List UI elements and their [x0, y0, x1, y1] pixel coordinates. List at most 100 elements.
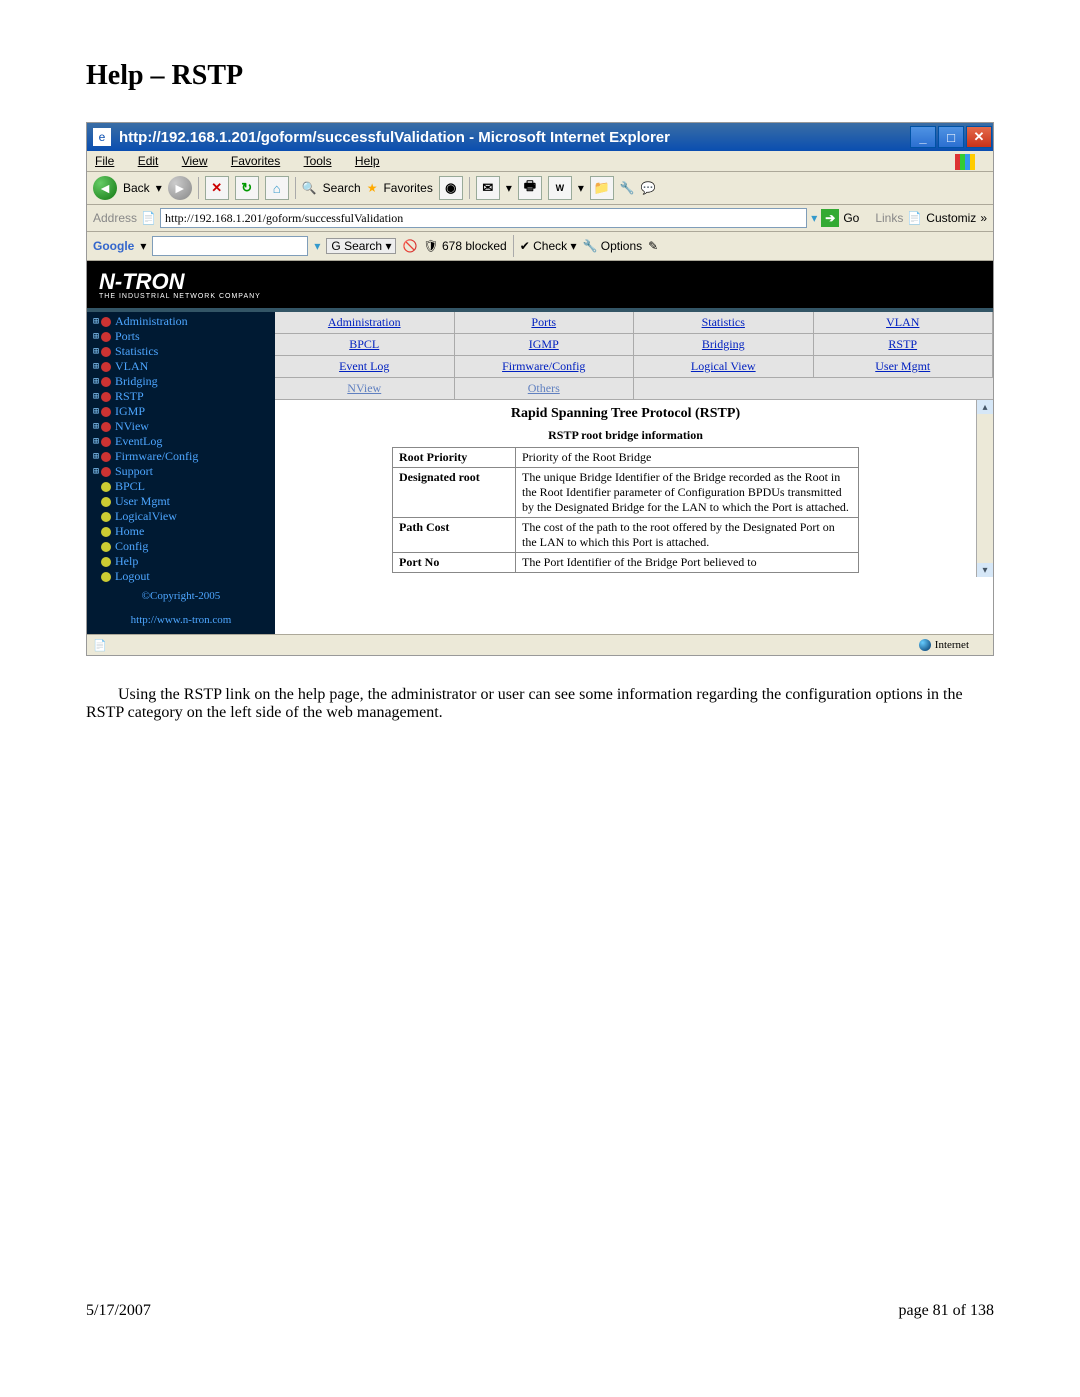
google-dropdown-icon[interactable]: ▾ [314, 239, 320, 253]
tab-event-log[interactable]: Event Log [275, 356, 455, 377]
tree-item[interactable]: LogicalView [87, 509, 275, 524]
tab-vlan[interactable]: VLAN [814, 312, 994, 333]
expand-icon[interactable]: ⊞ [91, 391, 101, 402]
tree-item[interactable]: ⊞EventLog [87, 434, 275, 449]
expand-icon[interactable]: ⊞ [91, 421, 101, 432]
blocked-count[interactable]: 🛡 678 blocked [423, 239, 506, 253]
screenshot-frame: e http://192.168.1.201/goform/successful… [86, 122, 994, 656]
tree-item[interactable]: ⊞NView [87, 419, 275, 434]
tree-item[interactable]: ⊞RSTP [87, 389, 275, 404]
vendor-url[interactable]: http://www.n-tron.com [87, 608, 275, 632]
expand-icon[interactable]: ⊞ [91, 376, 101, 387]
tab-rstp[interactable]: RSTP [814, 334, 994, 355]
options-button[interactable]: 🔧 Options [582, 239, 642, 253]
toolbar-overflow-icon[interactable]: » [980, 211, 987, 225]
tree-item[interactable]: ⊞Firmware/Config [87, 449, 275, 464]
tree-item[interactable]: Config [87, 539, 275, 554]
tree-item[interactable]: Home [87, 524, 275, 539]
menu-favorites[interactable]: Favorites [231, 154, 290, 168]
tab-ports[interactable]: Ports [455, 312, 635, 333]
tab-nview[interactable]: NView [275, 378, 455, 399]
menu-help[interactable]: Help [355, 154, 390, 168]
back-button[interactable]: ◄ [93, 176, 117, 200]
yellow-bullet-icon [101, 497, 111, 507]
tab-administration[interactable]: Administration [275, 312, 455, 333]
close-button[interactable]: ✕ [966, 126, 992, 148]
window-title: http://192.168.1.201/goform/successfulVa… [117, 129, 909, 146]
tab-bridging[interactable]: Bridging [634, 334, 814, 355]
links-label[interactable]: Links [875, 211, 903, 225]
history-button[interactable]: ◉ [439, 176, 463, 200]
tree-item[interactable]: ⊞Support [87, 464, 275, 479]
yellow-bullet-icon [101, 482, 111, 492]
mail-button[interactable]: ✉ [476, 176, 500, 200]
google-search-button[interactable]: G Search ▾ [326, 238, 396, 254]
expand-icon[interactable]: ⊞ [91, 331, 101, 342]
tree-item[interactable]: ⊞Statistics [87, 344, 275, 359]
tree-item[interactable]: User Mgmt [87, 494, 275, 509]
tree-item[interactable]: BPCL [87, 479, 275, 494]
folder-button[interactable]: 📁 [590, 176, 614, 200]
go-label[interactable]: Go [843, 211, 859, 225]
tab-logical-view[interactable]: Logical View [634, 356, 814, 377]
stop-button[interactable]: ✕ [205, 176, 229, 200]
tree-item[interactable]: ⊞Bridging [87, 374, 275, 389]
expand-icon[interactable]: ⊞ [91, 346, 101, 357]
menu-file[interactable]: File [95, 154, 124, 168]
menu-edit[interactable]: Edit [138, 154, 169, 168]
search-label[interactable]: Search [323, 181, 361, 195]
expand-icon[interactable]: ⊞ [91, 436, 101, 447]
google-search-input[interactable] [152, 236, 308, 256]
print-button[interactable]: 🖶 [518, 176, 542, 200]
tab-user-mgmt[interactable]: User Mgmt [814, 356, 994, 377]
tool-extra2-icon[interactable]: 💬 [641, 181, 656, 195]
tool-extra1-icon[interactable]: 🔧 [620, 181, 635, 195]
expand-icon[interactable]: ⊞ [91, 451, 101, 462]
menu-view[interactable]: View [182, 154, 218, 168]
menu-tools[interactable]: Tools [304, 154, 342, 168]
favorites-icon[interactable]: ★ [367, 181, 378, 195]
expand-icon[interactable]: ⊞ [91, 406, 101, 417]
expand-icon[interactable]: ⊞ [91, 466, 101, 477]
yellow-bullet-icon [101, 572, 111, 582]
search-icon[interactable]: 🔍 [302, 181, 317, 195]
home-button[interactable]: ⌂ [265, 176, 289, 200]
tab-bpcl[interactable]: BPCL [275, 334, 455, 355]
tab-firmware-config[interactable]: Firmware/Config [455, 356, 635, 377]
popup-icon[interactable]: 🚫 [402, 239, 417, 253]
expand-icon[interactable]: ⊞ [91, 361, 101, 372]
tree-item[interactable]: Logout [87, 569, 275, 584]
scroll-down-icon[interactable]: ▾ [977, 563, 993, 577]
more-icon[interactable]: ✎ [648, 239, 658, 253]
refresh-button[interactable]: ↻ [235, 176, 259, 200]
nav-tree: ⊞Administration⊞Ports⊞Statistics⊞VLAN⊞Br… [87, 312, 275, 634]
table-row: Designated rootThe unique Bridge Identif… [393, 468, 859, 518]
address-input[interactable] [160, 208, 807, 228]
toolbar: ◄ Back▾ ► ✕ ↻ ⌂ 🔍 Search ★ Favorites ◉ ✉… [87, 172, 993, 205]
red-bullet-icon [101, 332, 111, 342]
favorites-label[interactable]: Favorites [383, 181, 432, 195]
address-dropdown-icon[interactable]: ▾ [811, 211, 817, 225]
back-label[interactable]: Back [123, 181, 150, 195]
go-button[interactable]: ➔ [821, 209, 839, 227]
tree-item[interactable]: Help [87, 554, 275, 569]
address-bar: Address 📄 ▾ ➔ Go Links 📄 Customiz » [87, 205, 993, 232]
edit-button[interactable]: W [548, 176, 572, 200]
customize-label[interactable]: Customiz [926, 211, 976, 225]
tree-item[interactable]: ⊞Ports [87, 329, 275, 344]
tab-others[interactable]: Others [455, 378, 635, 399]
tab-statistics[interactable]: Statistics [634, 312, 814, 333]
link-page-icon[interactable]: 📄 [907, 211, 922, 225]
scroll-up-icon[interactable]: ▴ [977, 400, 993, 414]
forward-button[interactable]: ► [168, 176, 192, 200]
check-button[interactable]: ✔ Check ▾ [520, 239, 577, 253]
content-panel: Rapid Spanning Tree Protocol (RSTP) RSTP… [275, 400, 976, 577]
tree-item[interactable]: ⊞IGMP [87, 404, 275, 419]
expand-icon[interactable]: ⊞ [91, 316, 101, 327]
tree-item[interactable]: ⊞Administration [87, 314, 275, 329]
tree-item[interactable]: ⊞VLAN [87, 359, 275, 374]
tab-igmp[interactable]: IGMP [455, 334, 635, 355]
vertical-scrollbar[interactable]: ▴ ▾ [976, 400, 993, 577]
minimize-button[interactable]: _ [910, 126, 936, 148]
maximize-button[interactable]: □ [938, 126, 964, 148]
